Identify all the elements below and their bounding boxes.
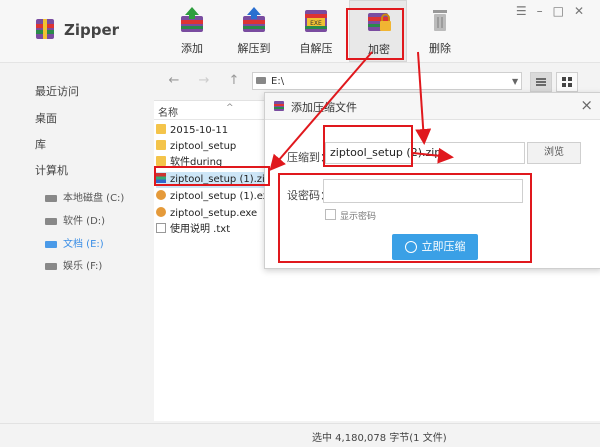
drive-icon (256, 77, 266, 84)
folder-icon (156, 156, 166, 166)
encrypt-lock-icon (368, 13, 391, 31)
encrypt-label: 加密 (368, 43, 390, 56)
exe-file-icon (156, 190, 166, 200)
file-name: 软件during (170, 157, 223, 168)
add-button[interactable]: 添加 (163, 0, 221, 62)
sort-asc-icon: ^ (226, 103, 234, 113)
maximize-icon[interactable]: □ (553, 4, 574, 18)
encrypt-button[interactable]: 加密 (349, 0, 407, 62)
drive-icon (45, 262, 57, 270)
close-window-icon[interactable]: ✕ (574, 4, 594, 18)
zip-archive-icon (156, 173, 166, 183)
add-label: 添加 (181, 42, 203, 55)
dialog-title: 添加压缩文件 (291, 101, 357, 114)
list-item[interactable]: 软件during (156, 155, 276, 171)
forward-arrow-icon[interactable]: → (196, 73, 212, 89)
sidebar-drive-d[interactable]: 软件 (D:) (45, 212, 105, 227)
checkbox-icon (325, 209, 336, 220)
sidebar-item-library[interactable]: 库 (35, 136, 46, 152)
list-item[interactable]: 2015-10-11 (156, 123, 276, 139)
extract-to-icon (243, 7, 265, 32)
sidebar-item-recent[interactable]: 最近访问 (35, 83, 79, 99)
drive-icon (45, 194, 57, 202)
dest-path-input[interactable]: ziptool_setup (2).zip (325, 142, 525, 164)
sidebar-drive-c[interactable]: 本地磁盘 (C:) (45, 189, 124, 204)
self-extract-exe-icon: EXE (305, 10, 327, 32)
close-icon[interactable]: × (580, 96, 593, 114)
file-name: ziptool_setup (1).exe (170, 191, 275, 202)
exe-badge: EXE (310, 20, 322, 27)
status-bar: 选中 4,180,078 字节(1 文件) (0, 423, 600, 447)
sidebar-drive-e[interactable]: 文档 (E:) (45, 235, 104, 250)
sidebar-item-computer[interactable]: 计算机 (35, 162, 68, 178)
browse-button[interactable]: 浏览 (527, 142, 581, 164)
column-name-header[interactable]: 名称 (158, 104, 178, 119)
password-input[interactable] (323, 179, 523, 203)
file-name: ziptool_setup.exe (170, 208, 258, 219)
compress-now-button[interactable]: 立即压缩 (392, 234, 478, 260)
sidebar-item-desktop[interactable]: 桌面 (35, 110, 57, 126)
minimize-icon[interactable]: – (537, 4, 553, 18)
list-view-icon (536, 78, 546, 86)
address-path: E:\ (271, 76, 285, 87)
archive-icon (274, 101, 284, 111)
up-arrow-icon[interactable]: ↑ (226, 73, 242, 89)
list-item[interactable]: ziptool_setup (1).exe (156, 189, 276, 205)
add-archive-icon (181, 7, 203, 32)
list-item[interactable]: ziptool_setup.exe (156, 206, 276, 222)
self-extract-button[interactable]: EXE 自解压 (287, 0, 345, 62)
drive-icon (45, 240, 57, 248)
drive-label: 本地磁盘 (C:) (63, 193, 125, 204)
folder-icon (156, 124, 166, 134)
drive-label: 娱乐 (F:) (63, 261, 103, 272)
app-logo-icon (36, 19, 54, 39)
drive-label: 软件 (D:) (63, 216, 106, 227)
grid-view-button[interactable] (556, 72, 578, 92)
delete-button[interactable]: 删除 (411, 0, 469, 62)
list-item[interactable]: 使用说明 .txt (156, 222, 276, 238)
self-extract-label: 自解压 (299, 42, 333, 55)
main-window: Zipper 添加 解压到 EXE 自解压 加密 删除 ☰–□✕ 最近访问 桌面… (0, 0, 600, 447)
trash-icon (433, 10, 447, 31)
list-item[interactable]: ziptool_setup (156, 139, 276, 155)
extract-to-button[interactable]: 解压到 (225, 0, 283, 62)
extract-to-label: 解压到 (237, 42, 271, 55)
grid-view-icon (562, 77, 572, 87)
check-circle-icon (404, 241, 417, 253)
file-name: ziptool_setup (170, 141, 237, 152)
chevron-down-icon[interactable]: ▼ (512, 72, 518, 92)
menu-icon[interactable]: ☰ (516, 4, 537, 18)
drive-label: 文档 (E:) (63, 239, 104, 250)
toolbar: Zipper 添加 解压到 EXE 自解压 加密 删除 ☰–□✕ (0, 0, 600, 63)
folder-icon (156, 140, 166, 150)
sidebar-drive-f[interactable]: 娱乐 (F:) (45, 257, 102, 272)
text-file-icon (156, 223, 166, 233)
status-text: 选中 4,180,078 字节(1 文件) (312, 433, 447, 444)
window-controls: ☰–□✕ (516, 4, 594, 18)
show-password-checkbox[interactable]: 显示密码 (325, 209, 376, 222)
file-name: 2015-10-11 (170, 125, 229, 136)
file-name: ziptool_setup (1).zip (170, 174, 272, 185)
list-view-button[interactable] (530, 72, 552, 92)
delete-label: 删除 (429, 42, 451, 55)
address-bar[interactable]: E:\ (252, 72, 522, 90)
list-item[interactable]: ziptool_setup (1).zip (156, 172, 276, 188)
add-archive-dialog: 添加压缩文件 × 压缩到： ziptool_setup (2).zip 浏览 设… (264, 92, 600, 269)
exe-file-icon (156, 207, 166, 217)
sidebar: 最近访问 桌面 库 计算机 本地磁盘 (C:) 软件 (D:) 文档 (E:) … (0, 63, 153, 423)
app-title: Zipper (64, 21, 120, 39)
dialog-title-bar: 添加压缩文件 × (265, 93, 600, 120)
back-arrow-icon[interactable]: ← (166, 73, 182, 89)
show-password-label: 显示密码 (340, 212, 377, 222)
drive-icon (45, 217, 57, 225)
file-name: 使用说明 .txt (170, 224, 231, 235)
compress-now-label: 立即压缩 (421, 240, 466, 253)
